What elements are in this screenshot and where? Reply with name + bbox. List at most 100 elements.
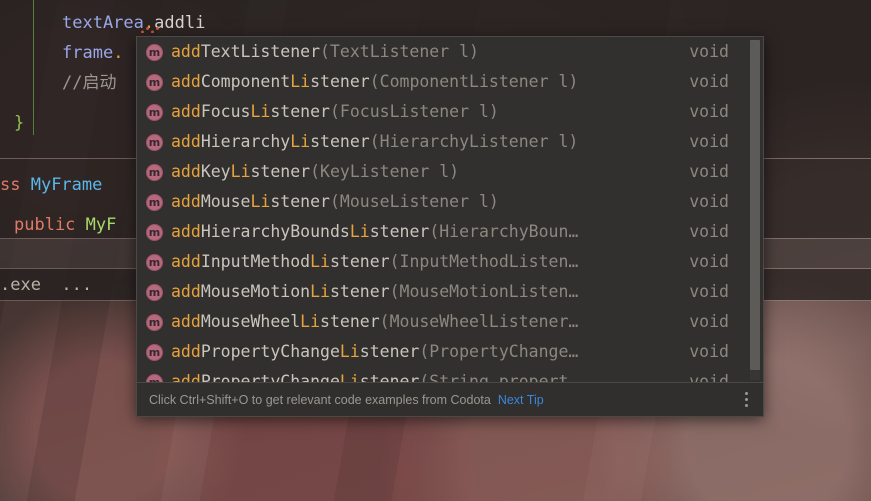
matched-chars: Li — [230, 162, 251, 181]
matched-prefix: add — [171, 192, 201, 211]
code-token: addli — [154, 13, 206, 33]
completion-item-signature: addPropertyChangeListener(PropertyChange… — [171, 337, 578, 367]
code-line: .exe ... — [0, 270, 92, 300]
completion-item[interactable]: m addHierarchyListener(HierarchyListener … — [137, 127, 763, 157]
completion-item[interactable]: m addInputMethodListener(InputMethodListe… — [137, 247, 763, 277]
completion-item[interactable]: m addComponentListener(ComponentListener … — [137, 67, 763, 97]
completion-item[interactable]: m addMouseWheelListener(MouseWheelListene… — [137, 307, 763, 337]
code-completion-popup[interactable]: m addTextListener(TextListener l) void m add… — [136, 36, 764, 417]
return-type: void — [689, 42, 729, 61]
method-name: stener — [329, 282, 390, 301]
matched-chars: Li — [290, 72, 311, 91]
method-name: PropertyChange — [200, 342, 340, 361]
matched-chars: Li — [310, 252, 330, 271]
code-line: ss MyFrame — [0, 170, 102, 200]
code-token: } — [14, 113, 25, 133]
matched-chars: Li — [250, 102, 271, 121]
code-token: MyF — [85, 215, 117, 235]
completion-item-signature: addMouseMotionListener(MouseMotionListen… — [171, 277, 578, 307]
method-params: (FocusListener l) — [329, 102, 499, 121]
method-name: stener — [250, 162, 311, 181]
method-name: stener — [270, 192, 330, 211]
return-type: void — [689, 192, 729, 211]
completion-item-list[interactable]: m addTextListener(TextListener l) void m add… — [137, 37, 763, 383]
code-line: frame. — [62, 38, 123, 68]
code-line: textArea.addli — [62, 8, 205, 38]
method-params: (KeyListener l) — [310, 162, 460, 181]
return-type: void — [689, 162, 729, 181]
matched-prefix: add — [171, 102, 201, 121]
code-line: } — [14, 108, 24, 138]
method-params: (ComponentListener l) — [369, 72, 579, 91]
return-type: void — [689, 372, 729, 383]
method-name: Key — [200, 162, 231, 181]
completion-item[interactable]: m addPropertyChangeListener(PropertyChang… — [137, 337, 763, 367]
completion-item[interactable]: m addKeyListener(KeyListener l) void — [137, 157, 763, 187]
method-icon: m — [146, 133, 163, 151]
method-params: (HierarchyListener l) — [369, 132, 579, 151]
code-token: textArea — [62, 13, 144, 33]
completion-item[interactable]: m addPropertyChangeListener(String proper… — [137, 367, 763, 383]
matched-prefix: add — [171, 132, 201, 151]
completion-item-signature: addFocusListener(FocusListener l) — [171, 97, 499, 127]
matched-prefix: add — [171, 342, 201, 361]
method-name: stener — [369, 222, 430, 241]
next-tip-link[interactable]: Next Tip — [498, 393, 544, 407]
method-name: stener — [310, 132, 370, 151]
matched-chars: Li — [300, 312, 321, 331]
more-options-icon[interactable] — [739, 391, 753, 409]
completion-item-signature: addHierarchyBoundsListener(HierarchyBoun… — [171, 217, 578, 247]
matched-prefix: add — [171, 72, 201, 91]
method-icon: m — [146, 73, 163, 91]
method-params: (InputMethodListen… — [389, 252, 579, 271]
return-type: void — [689, 102, 729, 121]
completion-scrollbar-thumb[interactable] — [750, 40, 760, 370]
code-token: ss — [0, 175, 31, 195]
completion-item-signature: addHierarchyListener(HierarchyListener l… — [171, 127, 578, 157]
return-type: void — [689, 342, 729, 361]
completion-item[interactable]: m addMouseMotionListener(MouseMotionListe… — [137, 277, 763, 307]
matched-prefix: add — [171, 312, 201, 331]
code-token: frame — [62, 43, 114, 63]
code-line: //启动 — [62, 68, 116, 98]
completion-item-signature: addTextListener(TextListener l) — [171, 37, 479, 67]
code-token: . — [113, 43, 124, 63]
matched-prefix: add — [171, 162, 201, 181]
method-name: stener — [359, 342, 420, 361]
error-squiggle-icon — [140, 27, 160, 33]
method-name: MouseMotion — [200, 282, 311, 301]
method-params: (TextListener l) — [320, 42, 479, 61]
method-icon: m — [146, 283, 163, 301]
completion-item[interactable]: m addMouseListener(MouseListener l) void — [137, 187, 763, 217]
method-name: HierarchyBounds — [200, 222, 350, 241]
matched-prefix: add — [171, 282, 201, 301]
return-type: void — [689, 282, 729, 301]
completion-item[interactable]: m addTextListener(TextListener l) void — [137, 37, 763, 67]
codota-tip-text: Click Ctrl+Shift+O to get relevant code … — [149, 392, 491, 407]
matched-chars: Li — [339, 342, 360, 361]
matched-prefix: add — [171, 42, 201, 61]
completion-item-signature: addKeyListener(KeyListener l) — [171, 157, 459, 187]
method-icon: m — [146, 193, 163, 211]
completion-item[interactable]: m addFocusListener(FocusListener l) void — [137, 97, 763, 127]
method-name: Hierarchy — [200, 132, 291, 151]
method-icon: m — [146, 253, 163, 271]
method-name: stener — [270, 102, 330, 121]
method-name: Mouse — [200, 192, 251, 211]
completion-item-signature: addComponentListener(ComponentListener l… — [171, 67, 578, 97]
matched-chars: Li — [290, 132, 311, 151]
indent-guide — [33, 0, 34, 135]
method-params: (MouseMotionListen… — [389, 282, 579, 301]
method-name: Focus — [200, 102, 251, 121]
code-token: .exe ... — [0, 275, 93, 295]
matched-chars: Li — [250, 192, 271, 211]
completion-item[interactable]: m addHierarchyBoundsListener(HierarchyBou… — [137, 217, 763, 247]
completion-footer: Click Ctrl+Shift+O to get relevant code … — [137, 382, 763, 416]
completion-scrollbar[interactable] — [750, 40, 760, 380]
matched-prefix: add — [171, 222, 201, 241]
code-line: public MyF — [14, 210, 116, 240]
matched-chars: Li — [349, 222, 370, 241]
completion-item-signature: addMouseListener(MouseListener l) — [171, 187, 499, 217]
completion-item-signature: addMouseWheelListener(MouseWheelListener… — [171, 307, 578, 337]
code-token: MyFrame — [30, 175, 103, 195]
